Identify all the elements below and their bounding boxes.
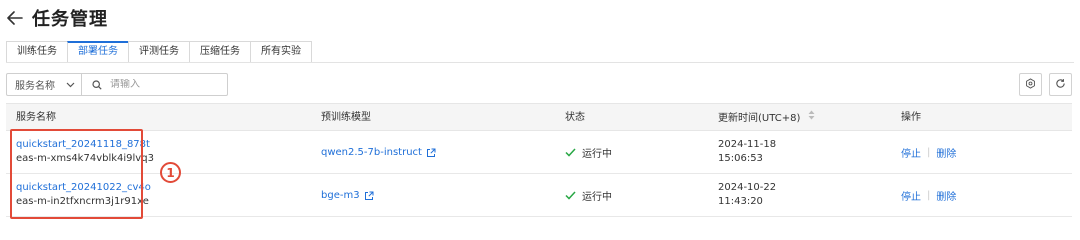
- annotation-highlight-box: [10, 129, 143, 219]
- column-header-model: 预训练模型: [321, 112, 371, 123]
- model-link[interactable]: bge-m3: [321, 190, 360, 201]
- status-cell: 运行中: [565, 131, 612, 174]
- column-header-updated-label: 更新时间(UTC+8): [718, 113, 801, 124]
- status-text: 运行中: [582, 149, 612, 160]
- tab-training[interactable]: 训练任务: [6, 41, 68, 63]
- filter-field-select[interactable]: 服务名称: [7, 74, 82, 95]
- external-link-icon[interactable]: [364, 191, 374, 201]
- arrow-left-icon[interactable]: [6, 9, 24, 27]
- delete-button[interactable]: 删除: [936, 188, 956, 203]
- search-input[interactable]: [110, 79, 220, 90]
- column-header-status: 状态: [565, 112, 585, 123]
- column-header-actions: 操作: [901, 112, 921, 123]
- updated-time: 15:06:53: [718, 153, 763, 164]
- tab-all-experiments[interactable]: 所有实验: [250, 41, 312, 63]
- status-text: 运行中: [582, 192, 612, 203]
- updated-cell: 2024-11-18 15:06:53: [718, 138, 776, 166]
- updated-cell: 2024-10-22 11:43:20: [718, 181, 776, 209]
- tab-divider: [6, 62, 1074, 63]
- deployment-task-table: 服务名称 预训练模型 状态 更新时间(UTC+8) 操作 quickstart_…: [6, 103, 1072, 217]
- status-cell: 运行中: [565, 174, 612, 217]
- updated-date: 2024-11-18: [718, 139, 777, 150]
- refresh-button[interactable]: [1049, 73, 1072, 96]
- column-header-service-name: 服务名称: [16, 112, 56, 123]
- stop-button[interactable]: 停止: [901, 188, 921, 203]
- refresh-icon: [1055, 78, 1066, 92]
- task-tabs: 训练任务 部署任务 评测任务 压缩任务 所有实验: [6, 41, 312, 63]
- annotation-marker: 1: [160, 162, 181, 183]
- tab-deployment[interactable]: 部署任务: [67, 41, 129, 63]
- action-divider: |: [927, 190, 931, 201]
- tab-compression[interactable]: 压缩任务: [189, 41, 251, 63]
- model-link[interactable]: qwen2.5-7b-instruct: [321, 147, 422, 158]
- updated-time: 11:43:20: [718, 196, 763, 207]
- chevron-down-icon: [66, 78, 75, 91]
- gear-icon: [1025, 77, 1036, 92]
- delete-button[interactable]: 删除: [936, 145, 956, 160]
- page-title: 任务管理: [32, 9, 108, 30]
- external-link-icon[interactable]: [426, 148, 436, 158]
- table-header: 服务名称 预训练模型 状态 更新时间(UTC+8) 操作: [6, 103, 1072, 131]
- updated-date: 2024-10-22: [718, 182, 777, 193]
- action-divider: |: [927, 147, 931, 158]
- actions-cell: 停止 | 删除: [901, 174, 956, 217]
- sort-icon: [808, 104, 815, 132]
- page-header: 任务管理: [6, 6, 108, 30]
- tab-evaluation[interactable]: 评测任务: [128, 41, 190, 63]
- check-icon: [565, 191, 576, 200]
- model-cell: qwen2.5-7b-instruct: [321, 131, 436, 174]
- column-header-updated[interactable]: 更新时间(UTC+8): [718, 104, 815, 132]
- actions-cell: 停止 | 删除: [901, 131, 956, 174]
- check-icon: [565, 148, 576, 157]
- filter-field-label: 服务名称: [15, 81, 55, 92]
- model-cell: bge-m3: [321, 174, 374, 217]
- search-filter: 服务名称: [6, 73, 228, 96]
- stop-button[interactable]: 停止: [901, 145, 921, 160]
- search-icon: [92, 79, 102, 90]
- settings-button[interactable]: [1019, 73, 1042, 96]
